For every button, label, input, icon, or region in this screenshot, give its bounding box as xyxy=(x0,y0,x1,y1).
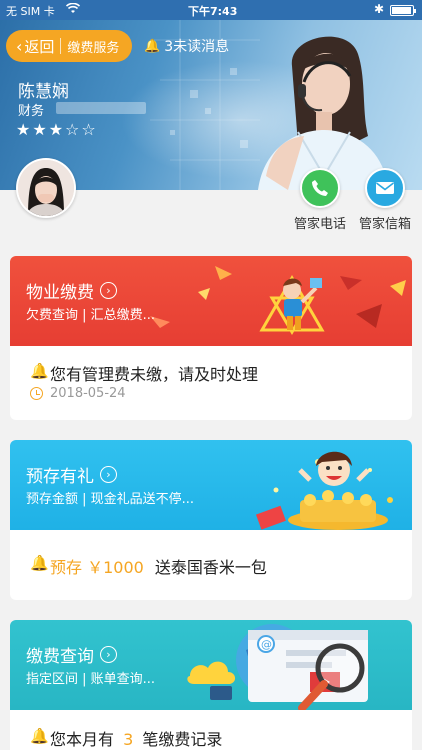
payment-query-card[interactable]: @ 缴费查询 › 指定区间 | 账单查询... 🔔 您本月有 3 笔缴费记录 xyxy=(10,620,412,750)
manager-phone-button[interactable]: 管家电话 xyxy=(285,168,355,232)
property-fee-banner[interactable]: 物业缴费 › 欠费查询 | 汇总缴费... xyxy=(10,256,412,346)
redacted-info xyxy=(56,102,146,114)
prepay-gift-banner[interactable]: 预存有礼 › 预存金额 | 现金礼品送不停... xyxy=(10,440,412,530)
chevron-right-icon: › xyxy=(100,466,117,483)
chevron-right-icon: › xyxy=(100,282,117,299)
property-fee-title-text: 物业缴费 xyxy=(26,283,94,303)
unread-notice[interactable]: 🔔 3未读消息 xyxy=(144,36,229,56)
manager-mailbox-button[interactable]: 管家信箱 xyxy=(350,168,420,232)
payment-query-title: 缴费查询 › xyxy=(26,642,117,667)
battery-icon xyxy=(390,5,416,16)
property-fee-card[interactable]: 物业缴费 › 欠费查询 | 汇总缴费... 🔔 您有管理费未缴，请及时处理 20… xyxy=(10,256,412,420)
manager-avatar[interactable] xyxy=(16,158,76,218)
manager-name: 陈慧娴 xyxy=(18,82,69,102)
carrier-label: 无 SIM 卡 xyxy=(6,5,55,18)
phone-icon xyxy=(300,168,340,208)
payment-record-count: 3 xyxy=(123,730,134,749)
payment-query-prefix: 您本月有 xyxy=(50,730,115,749)
bell-icon: 🔔 xyxy=(144,38,161,54)
payment-query-banner[interactable]: @ 缴费查询 › 指定区间 | 账单查询... xyxy=(10,620,412,710)
prepay-gift-offer[interactable]: 🔔 预存 ￥1000 送泰国香米一包 xyxy=(10,530,412,600)
prepay-amount: 预存 ￥1000 xyxy=(50,558,144,577)
property-fee-date: 2018-05-24 xyxy=(30,386,126,401)
payment-query-subtitle: 指定区间 | 账单查询... xyxy=(26,672,156,687)
chevron-left-icon: ‹ xyxy=(16,36,23,56)
wifi-icon xyxy=(65,2,81,17)
prepay-gift-subtitle: 预存金额 | 现金礼品送不停... xyxy=(26,492,195,507)
prepay-gift-title-text: 预存有礼 xyxy=(26,467,94,487)
divider xyxy=(60,38,62,54)
property-fee-title: 物业缴费 › xyxy=(26,278,117,303)
payment-query-message: 您本月有 3 笔缴费记录 xyxy=(50,726,222,750)
bluetooth-icon: ✱ xyxy=(374,2,385,16)
payment-query-suffix: 笔缴费记录 xyxy=(142,730,223,749)
property-fee-date-text: 2018-05-24 xyxy=(50,386,126,401)
property-fee-subtitle: 欠费查询 | 汇总缴费... xyxy=(26,308,156,323)
back-button[interactable]: ‹ 返回 缴费服务 xyxy=(6,30,132,62)
payment-query-title-text: 缴费查询 xyxy=(26,647,94,667)
bell-icon: 🔔 xyxy=(30,362,49,380)
bell-icon: 🔔 xyxy=(30,554,49,572)
back-label: 返回 xyxy=(24,37,55,56)
prepay-gift-card[interactable]: 预存有礼 › 预存金额 | 现金礼品送不停... 🔔 预存 ￥1000 送泰国香… xyxy=(10,440,412,600)
prepay-gift-message: 预存 ￥1000 送泰国香米一包 xyxy=(50,554,267,578)
property-fee-message: 您有管理费未缴，请及时处理 xyxy=(50,365,259,384)
clock: 下午7:43 xyxy=(188,5,238,18)
payment-query-summary[interactable]: 🔔 您本月有 3 笔缴费记录 xyxy=(10,710,412,750)
manager-mailbox-label: 管家信箱 xyxy=(358,217,411,232)
support-agent-photo xyxy=(258,36,388,190)
chevron-right-icon: › xyxy=(100,646,117,663)
svg-text:@: @ xyxy=(261,638,272,651)
manager-phone-label: 管家电话 xyxy=(293,217,346,232)
clock-icon xyxy=(30,387,43,400)
mail-icon xyxy=(365,168,405,208)
prepay-gift-title: 预存有礼 › xyxy=(26,462,117,487)
avatar-photo xyxy=(18,160,74,216)
unread-notice-text: 3未读消息 xyxy=(164,39,230,55)
manager-role: 财务 xyxy=(18,104,45,119)
bell-icon: 🔔 xyxy=(30,727,49,745)
manager-rating: ★★★☆☆ xyxy=(16,120,98,139)
page-title: 缴费服务 xyxy=(67,40,120,56)
property-fee-reminder[interactable]: 🔔 您有管理费未缴，请及时处理 2018-05-24 xyxy=(10,346,412,420)
status-bar: 无 SIM 卡 下午7:43 ✱ xyxy=(0,0,422,20)
prepay-gift-reward: 送泰国香米一包 xyxy=(154,558,267,577)
